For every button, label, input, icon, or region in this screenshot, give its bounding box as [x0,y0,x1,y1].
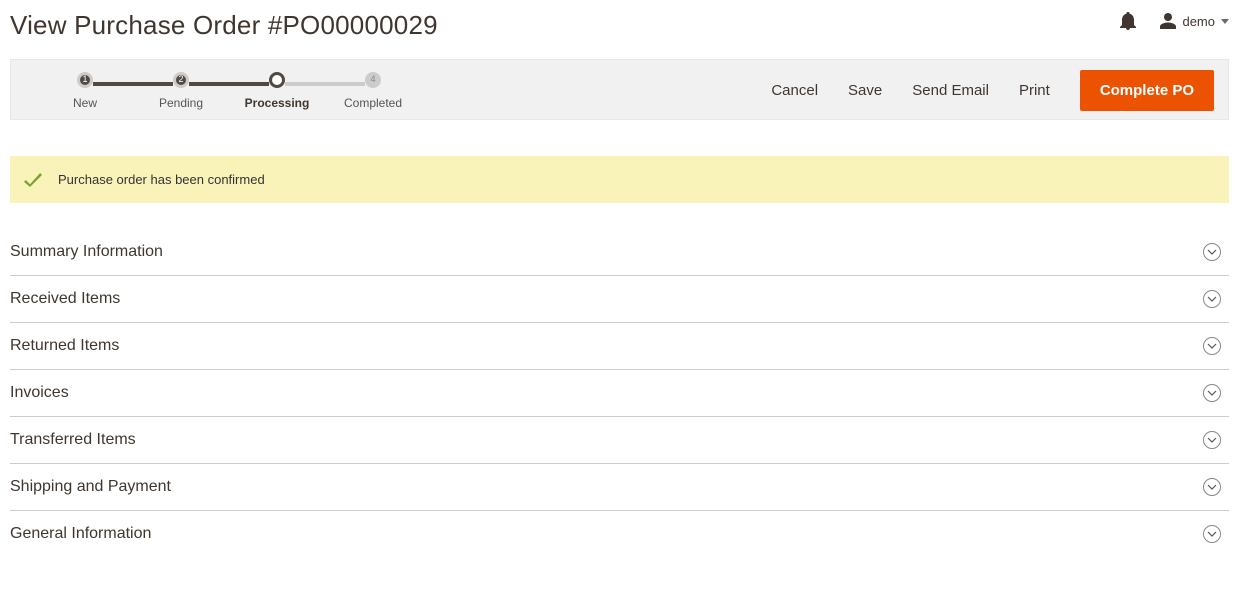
section-title: Shipping and Payment [10,478,171,496]
step-label: Processing [245,96,310,110]
success-banner: Purchase order has been confirmed [10,156,1229,203]
step-processing: Processing [229,72,325,110]
success-text: Purchase order has been confirmed [58,172,265,187]
progress-steps: 1 New 2 Pending Processing 4 Completed [37,72,421,110]
section-title: Summary Information [10,243,163,261]
step-connector [285,82,365,86]
toolbar: 1 New 2 Pending Processing 4 Completed [10,59,1229,120]
user-menu[interactable]: demo [1160,13,1229,29]
step-circle: 2 [173,72,189,88]
chevron-down-icon [1203,525,1221,543]
user-icon [1160,13,1176,29]
step-new: 1 New [37,72,133,110]
section-title: Received Items [10,290,120,308]
section-summary-information[interactable]: Summary Information [10,229,1229,276]
caret-down-icon [1221,19,1229,24]
chevron-down-icon [1203,384,1221,402]
step-label: Completed [344,96,402,110]
section-title: Transferred Items [10,431,136,449]
notification-bell-icon[interactable] [1120,12,1136,30]
send-email-button[interactable]: Send Email [912,82,989,99]
section-general-information[interactable]: General Information [10,511,1229,557]
section-returned-items[interactable]: Returned Items [10,323,1229,370]
chevron-down-icon [1203,337,1221,355]
step-connector [189,82,269,86]
chevron-down-icon [1203,243,1221,261]
step-label: New [73,96,97,110]
chevron-down-icon [1203,478,1221,496]
check-icon [24,173,42,187]
step-completed: 4 Completed [325,72,421,110]
step-circle: 4 [365,72,381,88]
section-invoices[interactable]: Invoices [10,370,1229,417]
step-pending: 2 Pending [133,72,229,110]
step-label: Pending [159,96,203,110]
page-title: View Purchase Order #PO00000029 [10,10,438,41]
section-received-items[interactable]: Received Items [10,276,1229,323]
section-title: Returned Items [10,337,119,355]
complete-po-button[interactable]: Complete PO [1080,70,1214,111]
section-title: General Information [10,525,151,543]
section-title: Invoices [10,384,69,402]
save-button[interactable]: Save [848,82,882,99]
section-shipping-and-payment[interactable]: Shipping and Payment [10,464,1229,511]
step-connector [93,82,173,86]
cancel-button[interactable]: Cancel [771,82,818,99]
print-button[interactable]: Print [1019,82,1050,99]
step-circle [269,72,285,88]
user-name: demo [1182,14,1215,29]
step-circle: 1 [77,72,93,88]
chevron-down-icon [1203,290,1221,308]
chevron-down-icon [1203,431,1221,449]
section-transferred-items[interactable]: Transferred Items [10,417,1229,464]
